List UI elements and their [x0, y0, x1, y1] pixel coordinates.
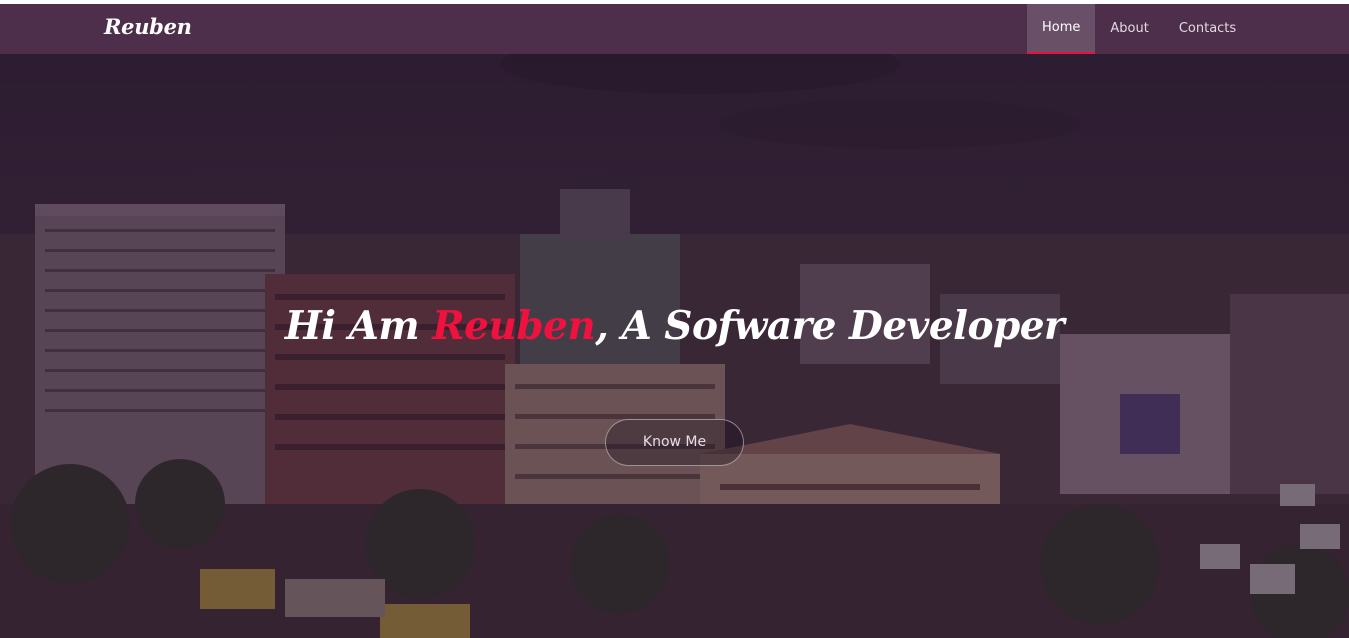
headline-suffix: , A Sofware Developer: [595, 303, 1065, 349]
nav-item-home[interactable]: Home: [1027, 4, 1096, 54]
know-me-button[interactable]: Know Me: [605, 419, 744, 466]
page: Reuben Home About Contacts Hi Am Reuben,…: [0, 0, 1349, 638]
hero-headline: Hi Am Reuben, A Sofware Developer: [0, 303, 1349, 349]
headline-name: Reuben: [432, 303, 596, 349]
headline-prefix: Hi Am: [284, 303, 433, 349]
nav-item-contacts[interactable]: Contacts: [1164, 4, 1251, 54]
navbar: Reuben Home About Contacts: [0, 4, 1349, 54]
nav-menu: Home About Contacts: [1027, 4, 1251, 54]
brand-logo[interactable]: Reuben: [104, 14, 192, 39]
nav-item-about[interactable]: About: [1095, 4, 1163, 54]
